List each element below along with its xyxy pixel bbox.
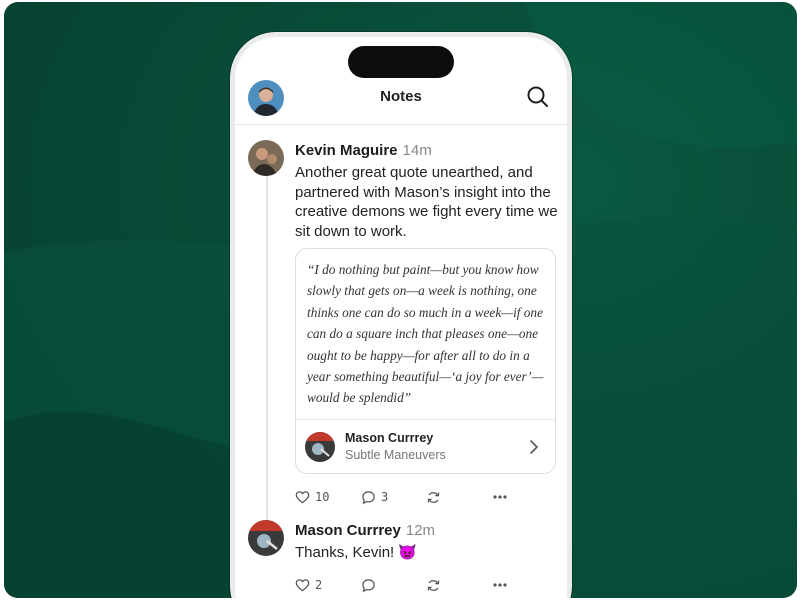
quote-author: Mason Currrey [345, 431, 434, 445]
quote-publication: Subtle Maneuvers [345, 448, 446, 462]
post-actions: 10 3 [295, 487, 545, 507]
more-button[interactable] [493, 487, 507, 507]
more-icon [493, 495, 507, 499]
post-actions: 2 [295, 575, 545, 595]
heart-icon [295, 491, 310, 504]
post-time: 14m [402, 142, 432, 159]
comment-button[interactable]: 3 [361, 487, 388, 507]
quote-text: “I do nothing but paint—but you know how… [307, 262, 544, 406]
dynamic-island [348, 46, 454, 78]
phone-frame: Notes Kevin Maguire 14m Another great qu… [230, 32, 572, 598]
comment-icon [362, 490, 375, 504]
post-body: Thanks, Kevin! 😈 [295, 544, 418, 561]
publication-avatar [305, 432, 335, 462]
comment-count: 3 [381, 490, 389, 504]
phone-screen: Notes Kevin Maguire 14m Another great qu… [235, 37, 567, 598]
author-name[interactable]: Mason Currrey [295, 522, 401, 539]
chevron-right-icon [530, 440, 538, 454]
thread-connector [266, 172, 268, 520]
author-name[interactable]: Kevin Maguire [295, 142, 398, 159]
restack-icon [427, 579, 440, 591]
background-panel: Notes Kevin Maguire 14m Another great qu… [4, 2, 797, 598]
heart-icon [295, 579, 310, 592]
comment-button[interactable] [361, 575, 381, 595]
like-button[interactable]: 10 [295, 487, 329, 507]
comment-icon [362, 578, 375, 592]
page-title: Notes [380, 88, 422, 105]
post-meta: Mason Currrey 12m [295, 522, 435, 539]
post-meta: Kevin Maguire 14m [295, 142, 432, 159]
more-icon [493, 583, 507, 587]
post-body: Another great quote unearthed, and partn… [295, 164, 558, 240]
search-icon[interactable] [525, 84, 551, 110]
author-avatar[interactable] [248, 520, 284, 556]
post-time: 12m [405, 522, 436, 539]
like-count: 2 [315, 578, 323, 592]
restack-button[interactable] [426, 487, 441, 507]
more-button[interactable] [493, 575, 507, 595]
like-count: 10 [315, 490, 330, 504]
author-avatar[interactable] [248, 140, 284, 176]
restack-button[interactable] [426, 575, 441, 595]
restack-icon [427, 491, 440, 503]
app-header: Notes [235, 75, 567, 125]
quote-source[interactable]: Mason Currrey Subtle Maneuvers [296, 419, 555, 473]
like-button[interactable]: 2 [295, 575, 322, 595]
quote-card[interactable]: “I do nothing but paint—but you know how… [295, 248, 556, 474]
